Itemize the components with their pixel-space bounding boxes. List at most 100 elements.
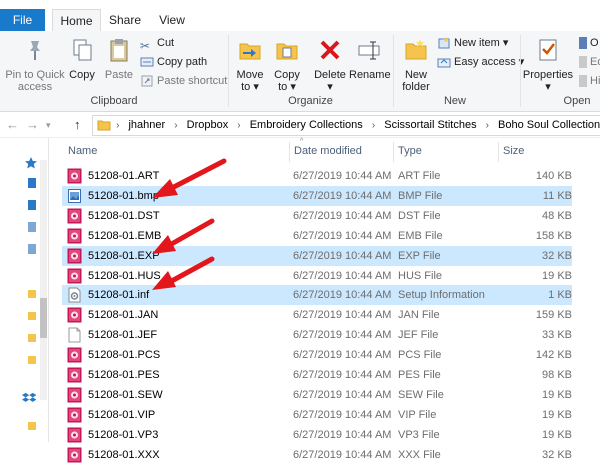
embroidery-icon xyxy=(67,427,82,443)
nav-folder-icon[interactable] xyxy=(28,312,36,320)
copy-path-icon xyxy=(140,57,154,67)
table-row[interactable]: 51208-01.bmp 6/27/2019 10:44 AM BMP File 11… xyxy=(62,185,572,206)
history-button[interactable]: Hi xyxy=(579,72,600,90)
copy-button[interactable]: Copy xyxy=(66,37,98,81)
file-date-modified: 6/27/2019 10:44 AM xyxy=(293,269,392,282)
quick-access-star-icon[interactable] xyxy=(24,156,38,170)
table-row[interactable]: 51208-01.JAN 6/27/2019 10:44 AM JAN File 15… xyxy=(62,305,572,325)
annotation-arrow xyxy=(152,218,215,254)
file-type: Setup Information xyxy=(398,289,485,302)
easy-access-button[interactable]: Easy access ▾ xyxy=(437,53,524,71)
cut-label: Cut xyxy=(157,37,175,49)
table-row[interactable]: 51208-01.HUS 6/27/2019 10:44 AM HUS File 19… xyxy=(62,266,572,286)
easy-access-icon xyxy=(437,58,451,68)
new-group-label: New xyxy=(443,95,466,107)
file-type: EMB File xyxy=(398,229,443,242)
table-row[interactable]: 51208-01.SEW 6/27/2019 10:44 AM SEW File 19… xyxy=(62,385,572,405)
up-arrow-icon[interactable]: ↑ xyxy=(74,117,81,132)
column-header-date-modified[interactable]: Date modified xyxy=(294,145,362,160)
embroidery-icon xyxy=(67,407,82,423)
tab-file[interactable]: File xyxy=(0,9,45,31)
delete-button[interactable]: Delete ▾ xyxy=(312,37,348,93)
open-button[interactable]: O xyxy=(579,34,599,52)
table-row[interactable]: 51208-01.VIP 6/27/2019 10:44 AM VIP File 19… xyxy=(62,405,572,425)
table-row[interactable]: 51208-01.JEF 6/27/2019 10:44 AM JEF File 33… xyxy=(62,325,572,345)
file-size: 1 KB xyxy=(548,289,572,302)
breadcrumb-item[interactable]: Boho Soul Collection DOWN xyxy=(494,116,600,135)
table-row[interactable]: 51208-01.DST 6/27/2019 10:44 AM DST File 48… xyxy=(62,206,572,226)
breadcrumb-item[interactable]: Dropbox xyxy=(183,116,233,135)
nav-item-icon[interactable] xyxy=(28,222,36,232)
new-item-button[interactable]: New item ▾ xyxy=(437,34,508,52)
table-row[interactable]: 51208-01.PCS 6/27/2019 10:44 AM PCS File 14… xyxy=(62,345,572,365)
new-folder-label: New folder xyxy=(402,69,430,93)
dropbox-icon[interactable] xyxy=(22,392,36,404)
embroidery-icon xyxy=(67,168,82,184)
pin-to-quick-access-button[interactable]: Pin to Quick access xyxy=(4,37,66,93)
copy-icon xyxy=(73,39,92,61)
breadcrumb-item[interactable]: jhahner xyxy=(124,116,169,135)
table-row[interactable]: 51208-01.PES 6/27/2019 10:44 AM PES File 98… xyxy=(62,365,572,385)
properties-button[interactable]: Properties ▾ xyxy=(522,37,574,93)
nav-folder-icon[interactable] xyxy=(28,334,36,342)
paste-button[interactable]: Paste xyxy=(102,37,136,81)
nav-pane-scrollbar[interactable] xyxy=(40,160,47,400)
breadcrumb-item[interactable]: Embroidery Collections xyxy=(246,116,367,135)
copy-path-button[interactable]: Copy path xyxy=(140,53,207,71)
file-size: 158 KB xyxy=(535,229,572,242)
properties-label: Properties ▾ xyxy=(522,69,574,93)
column-header-size[interactable]: Size xyxy=(503,145,524,160)
nav-item-icon[interactable] xyxy=(28,200,36,210)
new-folder-button[interactable]: New folder xyxy=(397,37,435,93)
forward-arrow-icon[interactable]: → xyxy=(26,117,39,132)
clipboard-icon xyxy=(110,39,128,62)
copy-to-label: Copy to ▾ xyxy=(274,69,300,93)
table-row[interactable]: 51208-01.ART 6/27/2019 10:44 AM ART File 14… xyxy=(62,166,572,186)
move-folder-icon xyxy=(239,43,261,60)
file-size: 98 KB xyxy=(542,369,572,381)
file-date-modified: 6/27/2019 10:44 AM xyxy=(293,349,392,362)
rename-button[interactable]: Rename xyxy=(349,37,391,81)
file-date-modified: 6/27/2019 10:44 AM xyxy=(293,289,392,302)
nav-item-icon[interactable] xyxy=(28,244,36,254)
ribbon-tabs: File Home Share View xyxy=(0,9,600,33)
breadcrumb-separator: › xyxy=(371,120,376,131)
recent-locations-chevron-icon[interactable]: ▾ xyxy=(46,120,51,131)
tab-view[interactable]: View xyxy=(152,9,192,31)
image-icon xyxy=(67,188,82,204)
cut-button[interactable]: ✂ Cut xyxy=(140,34,175,53)
breadcrumb-item[interactable]: Scissortail Stitches xyxy=(380,116,480,135)
copy-to-button[interactable]: Copy to ▾ xyxy=(270,37,304,93)
table-row[interactable]: 51208-01.XXX 6/27/2019 10:44 AM XXX File 32… xyxy=(62,445,572,465)
blank-file-icon xyxy=(67,327,82,343)
edit-button[interactable]: Ed xyxy=(579,53,600,71)
nav-item-icon[interactable] xyxy=(28,178,36,188)
nav-pane-scrollbar-thumb[interactable] xyxy=(40,298,47,338)
column-header-name[interactable]: Name xyxy=(68,145,97,160)
organize-group-label: Organize xyxy=(288,95,333,107)
tab-share[interactable]: Share xyxy=(105,9,145,31)
table-row[interactable]: 51208-01.inf 6/27/2019 10:44 AM Setup Info… xyxy=(62,285,572,306)
paste-shortcut-button[interactable]: Paste shortcut xyxy=(140,72,227,90)
tab-home[interactable]: Home xyxy=(52,9,101,33)
file-size: 19 KB xyxy=(542,269,572,282)
file-type: JEF File xyxy=(398,329,439,342)
column-header-type[interactable]: Type xyxy=(398,145,422,160)
nav-folder-icon[interactable] xyxy=(28,422,36,430)
back-arrow-icon[interactable]: ← xyxy=(6,117,19,132)
breadcrumb-separator: › xyxy=(116,120,120,131)
move-to-button[interactable]: Move to ▾ xyxy=(233,37,267,93)
annotation-arrow xyxy=(152,158,227,198)
nav-folder-icon[interactable] xyxy=(28,290,36,298)
file-size: 19 KB xyxy=(542,408,572,421)
nav-folder-icon[interactable] xyxy=(28,356,36,364)
table-row[interactable]: 51208-01.EXP 6/27/2019 10:44 AM EXP File 32… xyxy=(62,245,572,266)
file-date-modified: 6/27/2019 10:44 AM xyxy=(293,369,392,381)
breadcrumb[interactable]: › jhahner › Dropbox › Embroidery Collect… xyxy=(92,115,600,136)
embroidery-icon xyxy=(67,208,82,224)
table-row[interactable]: 51208-01.EMB 6/27/2019 10:44 AM EMB File 15… xyxy=(62,226,572,246)
easy-access-label: Easy access xyxy=(454,56,516,68)
file-date-modified: 6/27/2019 10:44 AM xyxy=(293,329,392,342)
file-date-modified: 6/27/2019 10:44 AM xyxy=(293,388,392,401)
file-date-modified: 6/27/2019 10:44 AM xyxy=(293,170,392,182)
